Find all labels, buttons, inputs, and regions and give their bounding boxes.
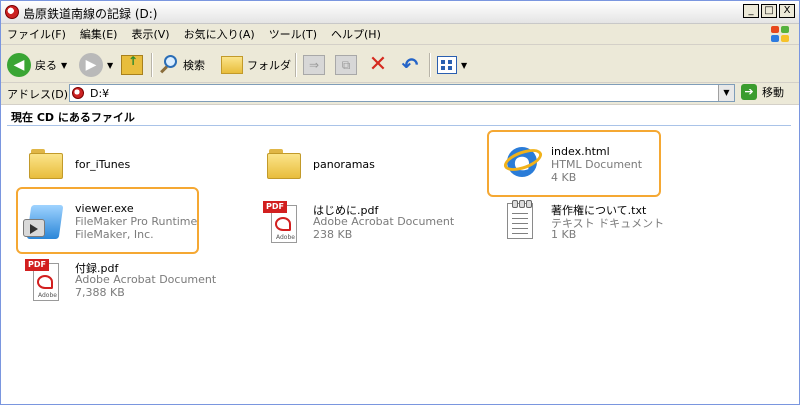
section-divider <box>7 125 791 126</box>
forward-button[interactable]: ▶ ▼ <box>79 52 113 78</box>
file-name: panoramas <box>313 158 375 171</box>
standard-toolbar: ◀ 戻る ▼ ▶ ▼ ↑ 検索 フォルダ ⇒ ⧉ ✕ ↶ ▼ <box>1 47 799 83</box>
folders-label: フォルダ <box>247 59 291 72</box>
pdf-icon: PDF Adobe <box>25 259 59 301</box>
file-size: 238 KB <box>313 228 353 241</box>
views-dropdown-icon[interactable]: ▼ <box>461 61 467 70</box>
menu-view[interactable]: 表示(V) <box>131 26 169 42</box>
menu-bar: ファイル(F) 編集(E) 表示(V) お気に入り(A) ツール(T) ヘルプ(… <box>1 24 799 45</box>
folders-button[interactable]: フォルダ <box>221 52 291 78</box>
cd-drive-icon <box>5 5 19 19</box>
file-name: for_iTunes <box>75 158 131 171</box>
search-icon <box>159 55 179 75</box>
delete-x-icon: ✕ <box>368 52 388 77</box>
views-icon <box>437 56 457 74</box>
title-bar[interactable]: 島原鉄道南線の記録 (D:) _ □ X <box>1 1 799 24</box>
folder-icon <box>267 149 301 179</box>
file-list-pane[interactable]: 現在 CD にあるファイル for_iTunes panoramas e ind… <box>1 105 799 404</box>
file-item-furoku-pdf[interactable]: PDF Adobe 付録.pdf Adobe Acrobat Document 7… <box>23 255 223 307</box>
folder-icon <box>29 149 63 179</box>
search-button[interactable]: 検索 <box>159 52 205 78</box>
file-name: index.html <box>551 145 610 158</box>
file-item-index-html[interactable]: e index.html HTML Document 4 KB <box>497 139 657 191</box>
address-label: アドレス(D) <box>7 88 69 101</box>
windows-logo-icon <box>771 26 791 44</box>
go-arrow-icon: ➔ <box>741 84 757 100</box>
copy-to-button[interactable]: ⧉ <box>335 52 357 78</box>
explorer-window: 島原鉄道南線の記録 (D:) _ □ X ファイル(F) 編集(E) 表示(V)… <box>0 0 800 405</box>
section-header: 現在 CD にあるファイル <box>11 111 135 124</box>
window-controls: _ □ X <box>743 4 795 18</box>
address-dropdown-icon[interactable]: ▼ <box>718 85 734 101</box>
cd-drive-small-icon <box>72 87 84 99</box>
back-dropdown-icon[interactable]: ▼ <box>61 61 67 70</box>
file-type: FileMaker Pro Runtime <box>75 215 198 228</box>
go-button[interactable]: ➔ 移動 <box>741 84 784 100</box>
file-size: 4 KB <box>551 171 577 184</box>
address-bar: アドレス(D) D:¥ ▼ ➔ 移動 <box>1 83 799 105</box>
file-size: 7,388 KB <box>75 286 125 299</box>
close-button[interactable]: X <box>779 4 795 18</box>
file-type: HTML Document <box>551 158 643 171</box>
up-folder-icon: ↑ <box>121 54 143 75</box>
file-size: 1 KB <box>551 228 577 241</box>
address-value: D:¥ <box>90 87 110 100</box>
menu-tools[interactable]: ツール(T) <box>269 26 317 42</box>
menu-favorites[interactable]: お気に入り(A) <box>184 26 255 42</box>
back-button[interactable]: ◀ 戻る ▼ <box>7 52 67 78</box>
pdf-icon: PDF Adobe <box>263 201 297 243</box>
copy-to-icon: ⧉ <box>335 55 357 75</box>
forward-arrow-icon: ▶ <box>79 53 103 77</box>
file-item-for-itunes[interactable]: for_iTunes <box>25 145 225 189</box>
delete-button[interactable]: ✕ <box>367 52 389 78</box>
forward-dropdown-icon[interactable]: ▼ <box>107 61 113 70</box>
menu-edit[interactable]: 編集(E) <box>80 26 118 42</box>
move-to-button[interactable]: ⇒ <box>303 52 325 78</box>
maximize-button[interactable]: □ <box>761 4 777 18</box>
file-name: viewer.exe <box>75 202 134 215</box>
back-arrow-icon: ◀ <box>7 53 31 77</box>
window-title: 島原鉄道南線の記録 (D:) <box>23 7 158 21</box>
folders-icon <box>221 56 243 74</box>
file-company: FileMaker, Inc. <box>75 228 154 241</box>
file-item-panoramas[interactable]: panoramas <box>263 145 463 189</box>
up-folder-button[interactable]: ↑ <box>121 52 143 78</box>
file-type: Adobe Acrobat Document <box>313 215 455 228</box>
file-item-hajimeni-pdf[interactable]: PDF Adobe はじめに.pdf Adobe Acrobat Document… <box>261 197 461 249</box>
filemaker-icon <box>23 201 64 241</box>
move-to-icon: ⇒ <box>303 55 325 75</box>
text-file-icon <box>503 199 535 241</box>
file-item-copyright-txt[interactable]: 著作権について.txt テキスト ドキュメント 1 KB <box>501 197 701 249</box>
file-type: Adobe Acrobat Document <box>75 273 217 286</box>
views-button[interactable]: ▼ <box>437 52 467 78</box>
menu-file[interactable]: ファイル(F) <box>7 26 66 42</box>
undo-button[interactable]: ↶ <box>399 52 421 78</box>
back-label: 戻る <box>35 59 57 72</box>
menu-help[interactable]: ヘルプ(H) <box>331 26 381 42</box>
undo-icon: ↶ <box>401 53 419 77</box>
file-item-viewer-exe[interactable]: viewer.exe FileMaker Pro Runtime FileMak… <box>21 197 198 249</box>
address-field[interactable]: D:¥ ▼ <box>69 84 735 102</box>
internet-explorer-icon: e <box>501 143 545 183</box>
minimize-button[interactable]: _ <box>743 4 759 18</box>
search-label: 検索 <box>183 59 205 72</box>
go-label: 移動 <box>762 86 784 99</box>
